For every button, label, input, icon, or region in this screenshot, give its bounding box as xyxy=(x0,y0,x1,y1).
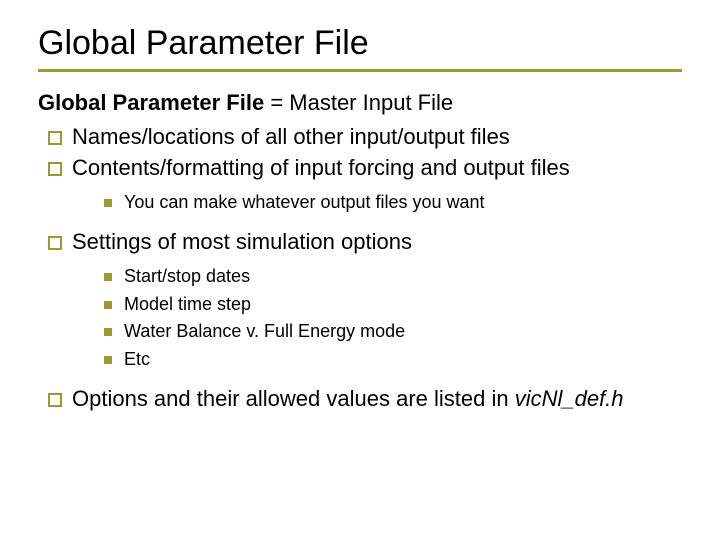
list-item: Model time step xyxy=(102,291,682,319)
sub-list: Start/stop dates Model time step Water B… xyxy=(72,263,682,375)
list-item: Names/locations of all other input/outpu… xyxy=(46,122,682,152)
bullet-text: Start/stop dates xyxy=(124,266,250,286)
bullet-list: Names/locations of all other input/outpu… xyxy=(38,122,682,414)
intro-line: Global Parameter File = Master Input Fil… xyxy=(38,88,682,118)
bullet-text: Contents/formatting of input forcing and… xyxy=(72,155,570,180)
bullet-text: Water Balance v. Full Energy mode xyxy=(124,321,405,341)
title-underline xyxy=(38,69,682,72)
file-name: vicNl_def.h xyxy=(515,386,624,411)
list-item: Start/stop dates xyxy=(102,263,682,291)
list-item: Water Balance v. Full Energy mode xyxy=(102,318,682,346)
bullet-text: Names/locations of all other input/outpu… xyxy=(72,124,510,149)
bullet-text: Options and their allowed values are lis… xyxy=(72,386,515,411)
sub-list: You can make whatever output files you w… xyxy=(72,189,682,217)
list-item: Etc xyxy=(102,346,682,374)
list-item: Contents/formatting of input forcing and… xyxy=(46,153,682,217)
list-item: You can make whatever output files you w… xyxy=(102,189,682,217)
intro-bold: Global Parameter File xyxy=(38,90,264,115)
slide-title: Global Parameter File xyxy=(38,24,682,63)
list-item: Options and their allowed values are lis… xyxy=(46,384,682,414)
bullet-text: Etc xyxy=(124,349,150,369)
bullet-text: You can make whatever output files you w… xyxy=(124,192,485,212)
slide: Global Parameter File Global Parameter F… xyxy=(0,0,720,436)
list-item: Settings of most simulation options Star… xyxy=(46,227,682,374)
bullet-text: Model time step xyxy=(124,294,251,314)
bullet-text: Settings of most simulation options xyxy=(72,229,412,254)
intro-rest: = Master Input File xyxy=(264,90,453,115)
